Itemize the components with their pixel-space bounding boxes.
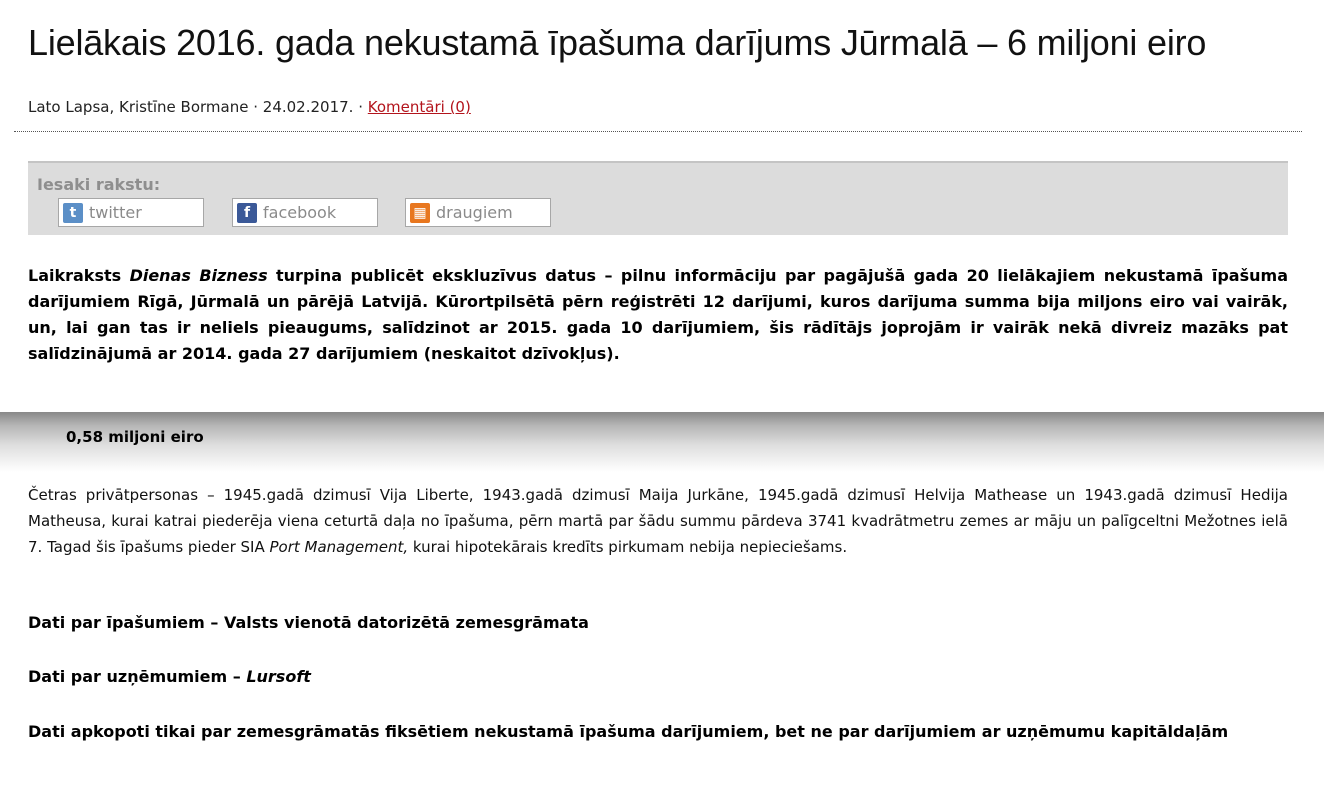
meta-separator: · xyxy=(253,98,258,116)
paragraph-text-end: kurai hipotekārais kredīts pirkumam nebi… xyxy=(408,538,848,556)
twitter-icon: t xyxy=(63,202,83,223)
draugiem-icon: ▦ xyxy=(410,202,430,223)
data-disclaimer: Dati apkopoti tikai par zemesgrāmatās fi… xyxy=(28,722,1229,741)
twitter-share-label: twitter xyxy=(89,203,142,222)
draugiem-share-button[interactable]: ▦ draugiem xyxy=(405,198,551,227)
publication-name: Dienas Bizness xyxy=(129,266,268,285)
lead-text-start: Laikraksts xyxy=(28,266,130,285)
facebook-icon: f xyxy=(237,202,257,223)
draugiem-share-label: draugiem xyxy=(436,203,513,222)
company-name: Port Management, xyxy=(269,538,409,556)
section-subheading: 0,58 miljoni eiro xyxy=(66,428,204,446)
company-data-source: Dati par uzņēmumiem – Lursoft xyxy=(28,664,1298,690)
property-data-source: Dati par īpašumiem – Valsts vienotā dato… xyxy=(28,613,589,632)
article-date: 24.02.2017. xyxy=(262,98,354,116)
facebook-share-button[interactable]: f facebook xyxy=(232,198,378,227)
company-source-name: Lursoft xyxy=(246,667,311,686)
comments-link[interactable]: Komentāri (0) xyxy=(368,98,471,116)
article-lead: Laikraksts Dienas Bizness turpina public… xyxy=(28,263,1288,367)
header-divider xyxy=(14,131,1302,132)
share-label: Iesaki rakstu: xyxy=(37,175,161,194)
meta-separator: · xyxy=(358,98,363,116)
company-source-prefix: Dati par uzņēmumiem – xyxy=(28,667,247,686)
share-box: Iesaki rakstu: t twitter f facebook ▦ dr… xyxy=(28,161,1288,235)
article-authors: Lato Lapsa, Kristīne Bormane xyxy=(28,98,249,116)
facebook-share-label: facebook xyxy=(263,203,337,222)
section-paragraph: Četras privātpersonas – 1945.gadā dzimus… xyxy=(28,482,1288,560)
article-meta: Lato Lapsa, Kristīne Bormane · 24.02.201… xyxy=(28,98,471,116)
twitter-share-button[interactable]: t twitter xyxy=(58,198,204,227)
article-title: Lielākais 2016. gada nekustamā īpašuma d… xyxy=(28,22,1207,63)
